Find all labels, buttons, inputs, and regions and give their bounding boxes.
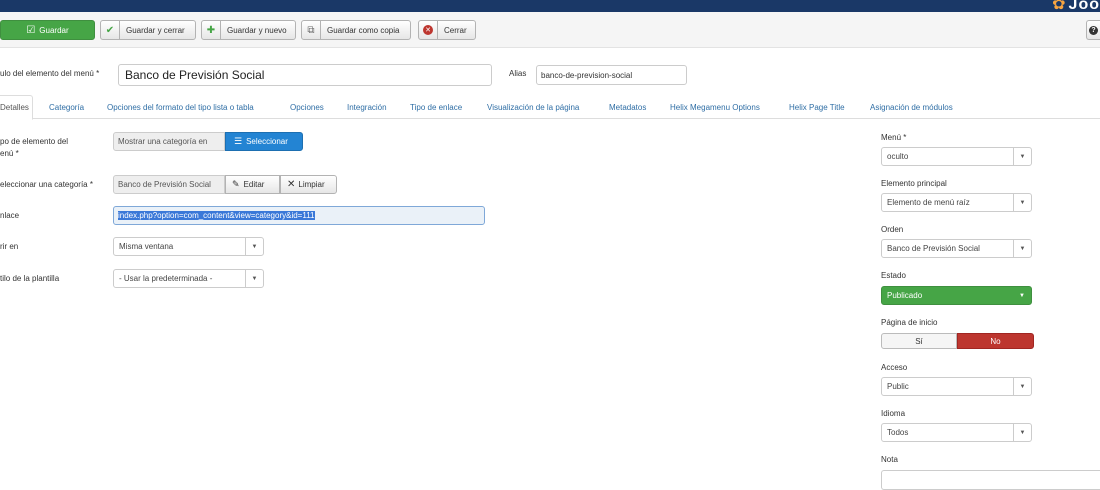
menu-item-type-label-line1: po de elemento del [0,137,69,146]
save-as-copy-button[interactable]: ⧉ Guardar como copia [301,20,411,40]
link-label: nlace [0,211,20,220]
chevron-down-icon: ▼ [1013,240,1031,257]
close-button[interactable]: ✕ Cerrar [418,20,476,40]
tab-detalles[interactable]: Detalles [0,95,33,120]
status-value: Publicado [887,291,923,300]
status-label: Estado [881,271,906,280]
menu-item-type-field: Mostrar una categoría en [113,132,225,151]
parent-item-value: Elemento de menú raíz [887,198,970,207]
select-type-button[interactable]: ☰ Seleccionar [225,132,303,151]
note-input[interactable] [881,470,1100,490]
title-label: ulo del elemento del menú * [0,69,100,78]
access-select[interactable]: Public ▼ [881,377,1032,396]
template-style-value: - Usar la predeterminada - [119,274,213,283]
copy-icon: ⧉ [302,21,321,39]
tab-link-type[interactable]: Tipo de enlace [410,95,462,119]
language-value: Todos [887,428,909,437]
save-icon: ☑ [26,24,36,36]
edit-icon: ✎ [232,179,240,189]
chevron-down-icon: ▼ [1013,194,1031,211]
category-field: Banco de Previsión Social [113,175,225,194]
tab-integracion[interactable]: Integración [347,95,387,119]
save-and-close-button[interactable]: ✔ Guardar y cerrar [100,20,196,40]
tab-metadatos[interactable]: Metadatos [609,95,646,119]
help-icon: ? [1089,25,1098,35]
tab-opciones[interactable]: Opciones [290,95,324,119]
save-as-copy-label: Guardar como copia [327,25,400,35]
save-button-label: Guardar [39,25,69,35]
close-label: Cerrar [444,25,467,35]
order-select[interactable]: Banco de Previsión Social ▼ [881,239,1032,258]
top-header-bar: ✿ Joo [0,0,1100,13]
order-label: Orden [881,225,904,234]
chevron-down-icon: ▼ [245,238,263,255]
chevron-down-icon: ▼ [245,270,263,287]
edit-category-label: Editar [243,180,265,189]
plus-icon: ✚ [202,21,221,39]
template-style-label: tilo de la plantilla [0,274,60,283]
select-type-label: Seleccionar [246,137,288,146]
status-select[interactable]: Publicado ▼ [881,286,1032,305]
clear-category-button[interactable]: ✕ Limpiar [280,175,337,194]
save-button[interactable]: ☑ Guardar [0,20,95,40]
parent-item-select[interactable]: Elemento de menú raíz ▼ [881,193,1032,212]
toolbar: ☑ Guardar ✔ Guardar y cerrar ✚ Guardar y… [0,12,1100,48]
close-icon: ✕ [419,21,438,39]
edit-category-button[interactable]: ✎ Editar [225,175,280,194]
clear-category-label: Limpiar [298,180,325,189]
language-select[interactable]: Todos ▼ [881,423,1032,442]
tab-list-options[interactable]: Opciones del formato del tipo lista o ta… [107,95,254,119]
chevron-down-icon: ▼ [1013,424,1031,441]
order-value: Banco de Previsión Social [887,244,980,253]
title-input[interactable]: Banco de Previsión Social [118,64,492,86]
home-page-toggle: Sí No [881,333,1034,349]
chevron-down-icon: ▼ [1019,292,1025,299]
link-value-selected: index.php?option=com_content&view=catego… [118,211,315,220]
menu-value: oculto [887,152,909,161]
menu-item-type-label-line2: enú * [0,149,19,158]
tab-helix-megamenu[interactable]: Helix Megamenu Options [670,95,760,119]
menu-select[interactable]: oculto ▼ [881,147,1032,166]
access-value: Public [887,382,909,391]
access-label: Acceso [881,363,908,372]
home-page-label: Página de inicio [881,318,938,327]
open-in-select[interactable]: Misma ventana ▼ [113,237,264,256]
open-in-label: rir en [0,242,19,251]
help-button[interactable]: ? [1086,20,1100,40]
category-label: eleccionar una categoría * [0,180,93,189]
home-yes-button[interactable]: Sí [881,333,957,349]
save-and-new-button[interactable]: ✚ Guardar y nuevo [201,20,296,40]
open-in-value: Misma ventana [119,242,174,251]
language-label: Idioma [881,409,906,418]
list-icon: ☰ [234,136,243,146]
home-no-button[interactable]: No [957,333,1034,349]
tab-helix-page-title[interactable]: Helix Page Title [789,95,845,119]
chevron-down-icon: ▼ [1013,148,1031,165]
menu-item-type-label: po de elemento del enú * [0,136,68,160]
parent-item-label: Elemento principal [881,179,947,188]
tab-module-assignment[interactable]: Asignación de módulos [870,95,953,119]
x-icon: ✕ [287,179,296,190]
link-field[interactable]: index.php?option=com_content&view=catego… [113,206,485,225]
save-and-new-label: Guardar y nuevo [227,25,287,35]
template-style-select[interactable]: - Usar la predeterminada - ▼ [113,269,264,288]
alias-input[interactable]: banco-de-prevision-social [536,65,687,85]
note-label: Nota [881,455,898,464]
save-and-close-label: Guardar y cerrar [126,25,185,35]
chevron-down-icon: ▼ [1013,378,1031,395]
menu-label: Menú * [881,133,907,142]
tab-bar: Detalles Categoría Opciones del formato … [0,95,1100,120]
check-icon: ✔ [101,21,120,39]
tab-page-display[interactable]: Visualización de la página [487,95,579,119]
tab-categoria[interactable]: Categoría [49,95,84,119]
alias-label: Alias [509,69,527,78]
